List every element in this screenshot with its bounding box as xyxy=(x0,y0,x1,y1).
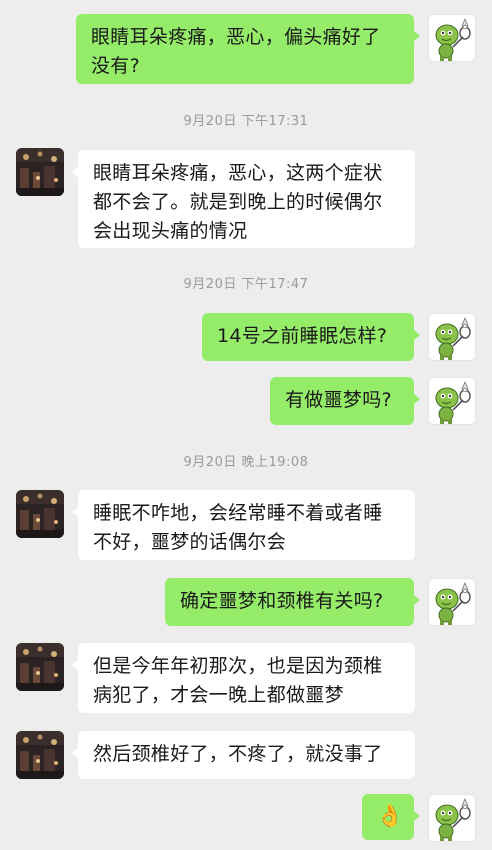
message-bubble-me[interactable]: 确定噩梦和颈椎有关吗? xyxy=(165,578,420,626)
message-bubble-them[interactable]: 但是今年年初那次，也是因为颈椎病犯了，才会一晚上都做噩梦 xyxy=(72,643,415,713)
my-avatar[interactable] xyxy=(428,14,476,62)
message-bubble-me[interactable]: 14号之前睡眠怎样? xyxy=(202,313,420,361)
my-avatar[interactable] xyxy=(428,578,476,626)
contact-avatar[interactable] xyxy=(16,731,64,779)
contact-avatar[interactable] xyxy=(16,643,64,691)
cartoon-badminton-avatar-icon xyxy=(429,15,476,62)
my-avatar[interactable] xyxy=(428,377,476,425)
my-avatar[interactable] xyxy=(428,794,476,842)
message-text: 有做噩梦吗? xyxy=(285,389,392,411)
dark-photo-avatar-icon xyxy=(16,148,64,196)
message-text: 眼睛耳朵疼痛，恶心，这两个症状都不会了。就是到晚上的时候偶尔会出现头痛的情况 xyxy=(93,162,383,242)
message-bubble-me[interactable]: 眼睛耳朵疼痛，恶心，偏头痛好了没有? xyxy=(76,14,420,84)
dark-photo-avatar-icon xyxy=(16,490,64,538)
my-avatar[interactable] xyxy=(428,313,476,361)
timestamp: 9月20日 晚上19:08 xyxy=(183,455,309,470)
message-text: 然后颈椎好了，不疼了，就没事了 xyxy=(93,743,383,765)
ok-hand-icon: 👌 xyxy=(376,804,404,829)
message-bubble-me[interactable]: 有做噩梦吗? xyxy=(270,377,420,425)
message-bubble-them[interactable]: 睡眠不咋地，会经常睡不着或者睡不好，噩梦的话偶尔会 xyxy=(72,490,415,560)
timestamp: 9月20日 下午17:47 xyxy=(183,277,309,292)
message-bubble-them[interactable]: 然后颈椎好了，不疼了，就没事了 xyxy=(72,731,415,779)
contact-avatar[interactable] xyxy=(16,490,64,538)
contact-avatar[interactable] xyxy=(16,148,64,196)
message-bubble-them[interactable]: 眼睛耳朵疼痛，恶心，这两个症状都不会了。就是到晚上的时候偶尔会出现头痛的情况 xyxy=(72,150,415,248)
timestamp: 9月20日 下午17:31 xyxy=(183,114,309,129)
dark-photo-avatar-icon xyxy=(16,731,64,779)
message-text: 眼睛耳朵疼痛，恶心，偏头痛好了没有? xyxy=(91,26,381,77)
message-text: 14号之前睡眠怎样? xyxy=(217,325,388,347)
cartoon-badminton-avatar-icon xyxy=(429,378,476,425)
dark-photo-avatar-icon xyxy=(16,643,64,691)
message-text: 睡眠不咋地，会经常睡不着或者睡不好，噩梦的话偶尔会 xyxy=(93,502,383,553)
message-text: 但是今年年初那次，也是因为颈椎病犯了，才会一晚上都做噩梦 xyxy=(93,655,383,706)
message-text: 确定噩梦和颈椎有关吗? xyxy=(180,590,384,612)
cartoon-badminton-avatar-icon xyxy=(429,795,476,842)
cartoon-badminton-avatar-icon xyxy=(429,314,476,361)
message-bubble-me[interactable]: 👌 xyxy=(362,794,420,840)
cartoon-badminton-avatar-icon xyxy=(429,579,476,626)
